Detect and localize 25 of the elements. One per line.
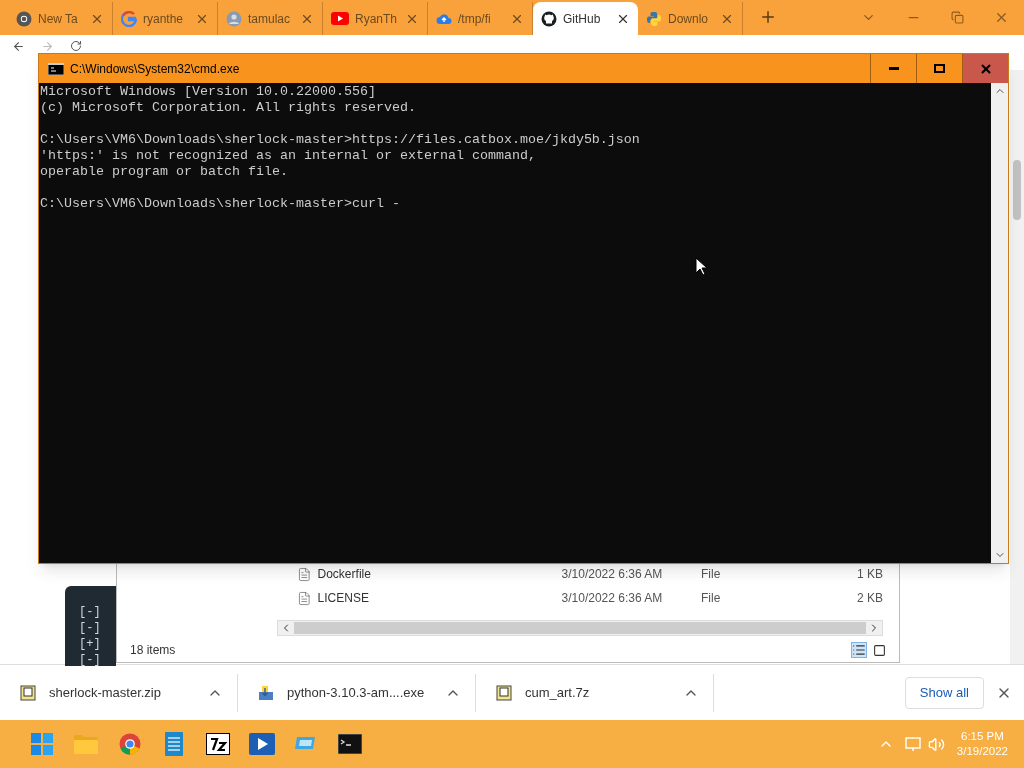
item-count: 18 items (130, 642, 176, 659)
console-line: operable program or batch file. (40, 164, 289, 180)
code-line: [-] (79, 604, 102, 620)
console-line: C:\Users\VM6\Downloads\sherlock-master>curl - (40, 196, 401, 212)
window-title: C:\Windows\System32\cmd.exe (70, 60, 240, 78)
code-line: [-] (79, 652, 102, 666)
browser-tab[interactable]: GitHub (533, 2, 638, 35)
show-all-button[interactable]: Show all (904, 676, 984, 709)
console-line: Microsoft Windows [Version 10.0.22000.556] (40, 84, 377, 100)
download-name[interactable]: cum_art.7z (525, 682, 670, 703)
console-line: C:\Users\VM6\Downloads\sherlock-master>https://files.catbox.moe/jkdy5b.json (40, 132, 641, 148)
download-name[interactable]: python-3.10.3-am....exe (287, 682, 432, 703)
file-date: 3/10/2022 6:36 AM (561, 566, 664, 583)
file-date: 3/10/2022 6:36 AM (561, 590, 664, 607)
file-name[interactable]: LICENSE (317, 589, 562, 607)
download-name[interactable]: sherlock-master.zip (49, 682, 194, 703)
file-type: File (700, 566, 722, 583)
console-line: 'https:' is not recognized as an internal or external command, (40, 148, 537, 164)
code-line: [+] (79, 636, 102, 652)
file-type: File (700, 590, 722, 607)
file-size: 1 KB (856, 566, 883, 583)
file-name[interactable]: Dockerfile (317, 565, 562, 583)
code-line: [-] (79, 620, 102, 636)
file-size: 2 KB (856, 590, 883, 607)
console-line: (c) Microsoft Corporation. All rights reserved. (40, 100, 417, 116)
